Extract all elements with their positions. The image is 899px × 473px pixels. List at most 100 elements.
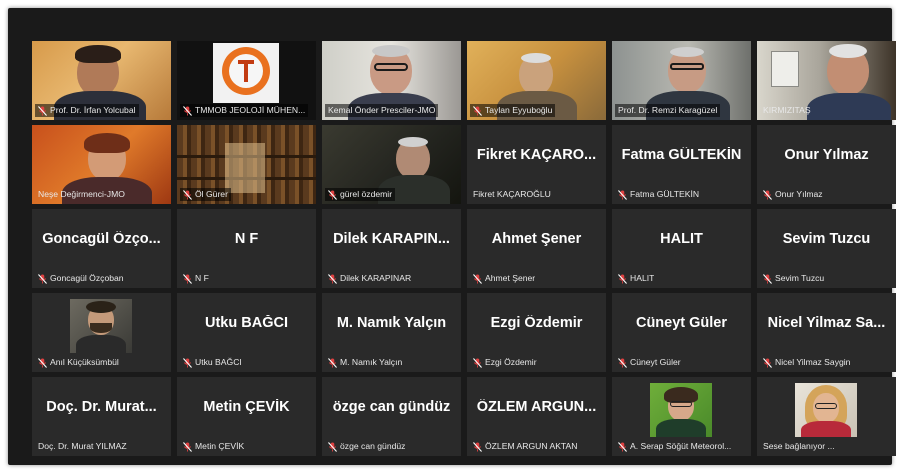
mic-muted-icon xyxy=(618,441,627,452)
participant-tile[interactable]: Cüneyt Güler Cüneyt Güler xyxy=(612,293,751,372)
participant-tile[interactable]: N F N F xyxy=(177,209,316,288)
participant-display-name: Nicel Yilmaz Sa... xyxy=(767,315,886,331)
mic-muted-icon xyxy=(763,189,772,200)
participant-name-label: Öl Gürer xyxy=(180,188,231,201)
participant-name-label: N F xyxy=(180,272,212,285)
participant-display-name: Metin ÇEVİK xyxy=(203,399,290,415)
participant-name-label: HALIT xyxy=(615,272,657,285)
participant-tile[interactable]: HALIT HALIT xyxy=(612,209,751,288)
participant-tile[interactable]: Öl Gürer xyxy=(177,125,316,204)
participant-tile[interactable]: Fikret KAÇARO... Fikret KAÇAROĞLU xyxy=(467,125,606,204)
mic-muted-icon xyxy=(38,357,47,368)
participant-tile[interactable]: gürel özdemir xyxy=(322,125,461,204)
participant-name-label: ÖZLEM ARGUN AKTAN xyxy=(470,440,580,453)
participant-tile[interactable]: Taylan Eyyuboğlu xyxy=(467,41,606,120)
participant-name-label: Ahmet Şener xyxy=(470,272,538,285)
participant-name-label: Doç. Dr. Murat YILMAZ xyxy=(38,441,127,451)
participant-tile[interactable]: Ahmet Şener Ahmet Şener xyxy=(467,209,606,288)
participant-tile[interactable]: Sese bağlanıyor ... xyxy=(757,377,896,456)
participant-display-name: Dilek KARAPIN... xyxy=(333,231,450,247)
meeting-window: Prof. Dr. İrfan Yolcubal TMMOB JEOLOJİ M… xyxy=(8,8,896,465)
mic-muted-icon xyxy=(473,105,482,116)
participant-avatar xyxy=(70,299,132,353)
participant-tile[interactable]: Prof. Dr. İrfan Yolcubal xyxy=(32,41,171,120)
participant-name-label: Taylan Eyyuboğlu xyxy=(470,104,556,117)
participant-name-label: Anıl Küçüksümbül xyxy=(35,356,122,369)
participant-tile[interactable]: Onur Yılmaz Onur Yılmaz xyxy=(757,125,896,204)
mic-muted-icon xyxy=(618,273,627,284)
organization-logo-icon xyxy=(213,43,279,103)
participant-display-name: Sevim Tuzcu xyxy=(782,231,871,247)
participant-name-label: Ezgi Özdemir xyxy=(470,356,540,369)
mic-muted-icon xyxy=(183,189,192,200)
participant-name-label: gürel özdemir xyxy=(325,188,396,201)
participant-name-label: Neşe Değirmenci-JMO xyxy=(38,189,125,199)
participant-name-label: Prof. Dr. İrfan Yolcubal xyxy=(35,104,139,117)
participant-avatar xyxy=(795,383,857,437)
mic-muted-icon xyxy=(763,357,772,368)
participant-tile-active-speaker[interactable]: KIRMIZITAŞ xyxy=(757,41,896,120)
mic-muted-icon xyxy=(473,273,482,284)
participant-tile[interactable]: Goncagül Özço... Goncagül Özçoban xyxy=(32,209,171,288)
participant-display-name: Fatma GÜLTEKİN xyxy=(621,147,742,163)
mic-muted-icon xyxy=(618,189,627,200)
participant-display-name: Onur Yılmaz xyxy=(784,147,869,163)
participant-name-label: Prof. Dr. Remzi Karagüzel xyxy=(615,104,721,117)
participant-name-label: Utku BAĞCI xyxy=(180,356,245,369)
participant-display-name: Fikret KAÇARO... xyxy=(476,147,597,163)
participant-tile[interactable]: Fatma GÜLTEKİN Fatma GÜLTEKİN xyxy=(612,125,751,204)
participant-tile[interactable]: Nicel Yilmaz Sa... Nicel Yilmaz Saygin xyxy=(757,293,896,372)
participant-tile[interactable]: Utku BAĞCI Utku BAĞCI xyxy=(177,293,316,372)
participant-name-label: Fikret KAÇAROĞLU xyxy=(473,189,551,199)
participant-name-label: Dilek KARAPINAR xyxy=(325,272,414,285)
participant-display-name: Ezgi Özdemir xyxy=(490,315,583,331)
participant-display-name: HALIT xyxy=(660,231,703,247)
mic-muted-icon xyxy=(328,189,337,200)
participant-tile[interactable]: Dilek KARAPIN... Dilek KARAPINAR xyxy=(322,209,461,288)
mic-muted-icon xyxy=(38,273,47,284)
participant-display-name: Doç. Dr. Murat... xyxy=(46,399,157,415)
participant-name-label: A. Serap Söğüt Meteorol... xyxy=(615,440,734,453)
participant-name-label: Metin ÇEVİK xyxy=(180,440,247,453)
mic-muted-icon xyxy=(38,105,47,116)
mic-muted-icon xyxy=(328,273,337,284)
participant-name-label: M. Namık Yalçın xyxy=(325,356,405,369)
participant-name-label: Sevim Tuzcu xyxy=(760,272,827,285)
mic-muted-icon xyxy=(328,441,337,452)
participant-name-label: Goncagül Özçoban xyxy=(35,272,127,285)
participant-display-name: Goncagül Özço... xyxy=(42,231,161,247)
participant-tile[interactable]: Ezgi Özdemir Ezgi Özdemir xyxy=(467,293,606,372)
mic-muted-icon xyxy=(183,441,192,452)
participant-name-label: KIRMIZITAŞ xyxy=(763,105,811,115)
participant-display-name: Cüneyt Güler xyxy=(635,315,728,331)
participant-tile[interactable]: ÖZLEM ARGUN... ÖZLEM ARGUN AKTAN xyxy=(467,377,606,456)
participant-tile[interactable]: Doç. Dr. Murat... Doç. Dr. Murat YILMAZ xyxy=(32,377,171,456)
participant-display-name: ÖZLEM ARGUN... xyxy=(476,399,597,415)
participant-tile[interactable]: Sevim Tuzcu Sevim Tuzcu xyxy=(757,209,896,288)
mic-muted-icon xyxy=(618,357,627,368)
participant-tile[interactable]: TMMOB JEOLOJİ MÜHEN... xyxy=(177,41,316,120)
participant-tile[interactable]: özge can gündüz özge can gündüz xyxy=(322,377,461,456)
participant-name-label: Sese bağlanıyor ... xyxy=(763,441,835,451)
participant-tile[interactable]: Metin ÇEVİK Metin ÇEVİK xyxy=(177,377,316,456)
participant-tile[interactable]: M. Namık Yalçın M. Namık Yalçın xyxy=(322,293,461,372)
mic-muted-icon xyxy=(473,441,482,452)
participant-tile[interactable]: Neşe Değirmenci-JMO xyxy=(32,125,171,204)
mic-muted-icon xyxy=(183,105,192,116)
participant-avatar xyxy=(650,383,712,437)
mic-muted-icon xyxy=(328,357,337,368)
participant-tile[interactable]: A. Serap Söğüt Meteorol... xyxy=(612,377,751,456)
participant-name-label: Fatma GÜLTEKİN xyxy=(615,188,702,201)
mic-muted-icon xyxy=(183,273,192,284)
participant-name-label: TMMOB JEOLOJİ MÜHEN... xyxy=(180,104,309,117)
participant-tile[interactable]: Kemal Önder Presciler-JMO xyxy=(322,41,461,120)
mic-muted-icon xyxy=(183,357,192,368)
participant-display-name: N F xyxy=(234,231,259,247)
participant-display-name: özge can gündüz xyxy=(332,399,451,415)
participant-display-name: Utku BAĞCI xyxy=(205,315,288,331)
participant-tile[interactable]: Anıl Küçüksümbül xyxy=(32,293,171,372)
participant-name-label: özge can gündüz xyxy=(325,440,408,453)
participant-name-label: Kemal Önder Presciler-JMO xyxy=(325,104,439,117)
participant-name-label: Onur Yılmaz xyxy=(760,188,826,201)
participant-tile[interactable]: Prof. Dr. Remzi Karagüzel xyxy=(612,41,751,120)
